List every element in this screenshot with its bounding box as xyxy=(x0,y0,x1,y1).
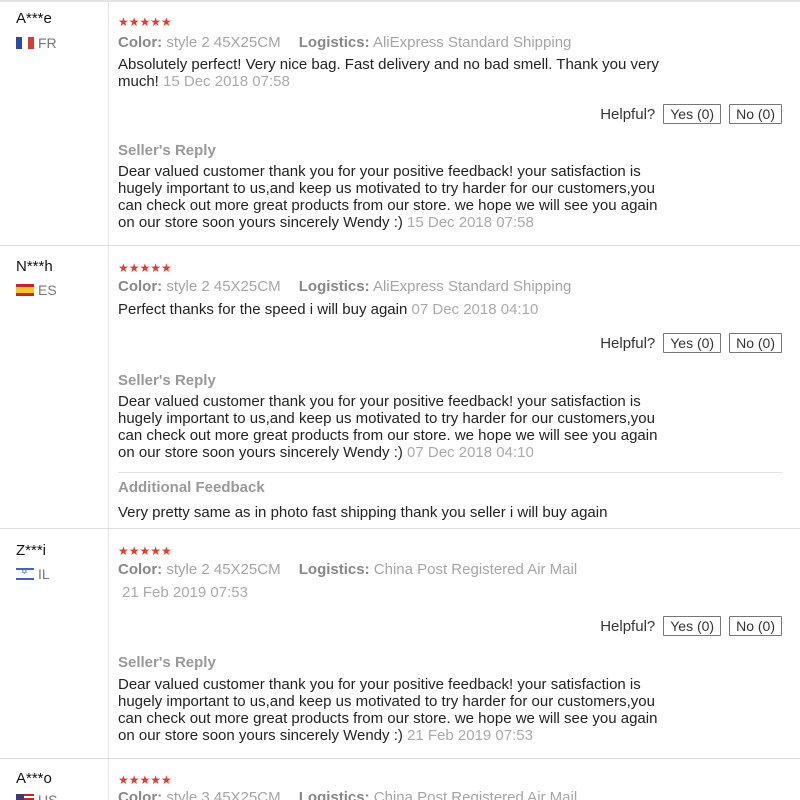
color-key: Color: xyxy=(118,789,163,800)
reviewer-country: FR xyxy=(16,35,57,51)
review-date: 07 Dec 2018 04:10 xyxy=(411,301,539,318)
column-divider xyxy=(108,759,109,800)
order-attributes: Color: style 2 45X25CM Logistics: China … xyxy=(118,561,591,578)
spain-flag-icon xyxy=(16,284,34,296)
star-rating: ★★★★★ xyxy=(118,544,172,558)
star-rating: ★★★★★ xyxy=(118,261,172,275)
helpful-label: Helpful? xyxy=(600,334,656,352)
seller-reply-title: Seller's Reply xyxy=(118,654,216,671)
helpful-vote: Helpful? Yes (0) No (0) xyxy=(600,616,782,636)
review-date: 15 Dec 2018 07:58 xyxy=(163,73,290,90)
logistics-value: AliExpress Standard Shipping xyxy=(372,278,572,295)
seller-reply-date: 15 Dec 2018 07:58 xyxy=(407,214,534,231)
reviewer-country: ES xyxy=(16,282,57,298)
helpful-label: Helpful? xyxy=(600,617,656,635)
country-code: US xyxy=(38,792,58,800)
additional-feedback-title: Additional Feedback xyxy=(118,479,265,496)
helpful-no-button[interactable]: No (0) xyxy=(729,104,782,124)
logistics-value: China Post Registered Air Mail xyxy=(373,561,578,578)
helpful-no-button[interactable]: No (0) xyxy=(729,333,782,353)
review-item: A***o US ★★★★★ Color: style 3 45X25CM Lo… xyxy=(0,759,800,800)
seller-reply-block: Dear valued customer thank you for your … xyxy=(118,393,678,461)
review-item: A***e FR ★★★★★ Color: style 2 45X25CM Lo… xyxy=(0,0,800,246)
helpful-no-button[interactable]: No (0) xyxy=(729,616,782,636)
seller-reply-date: 07 Dec 2018 04:10 xyxy=(407,444,534,461)
color-key: Color: xyxy=(118,278,163,295)
seller-reply-date: 21 Feb 2019 07:53 xyxy=(407,727,533,744)
seller-reply-block: Dear valued customer thank you for your … xyxy=(118,676,678,744)
color-value: style 3 45X25CM xyxy=(166,789,281,800)
order-attributes: Color: style 2 45X25CM Logistics: AliExp… xyxy=(118,34,585,51)
france-flag-icon xyxy=(16,37,34,49)
helpful-label: Helpful? xyxy=(600,105,656,123)
review-text-block: Absolutely perfect! Very nice bag. Fast … xyxy=(118,56,678,90)
review-text-block: 21 Feb 2019 07:53 xyxy=(122,584,682,601)
logistics-key: Logistics: xyxy=(298,561,370,578)
star-rating: ★★★★★ xyxy=(118,773,172,787)
seller-reply-text: Dear valued customer thank you for your … xyxy=(118,393,658,461)
review-item: N***h ES ★★★★★ Color: style 2 45X25CM Lo… xyxy=(0,246,800,529)
helpful-yes-button[interactable]: Yes (0) xyxy=(663,616,722,636)
review-text: Perfect thanks for the speed i will buy … xyxy=(118,301,408,318)
seller-reply-title: Seller's Reply xyxy=(118,142,216,159)
column-divider xyxy=(108,0,109,246)
helpful-vote: Helpful? Yes (0) No (0) xyxy=(600,104,782,124)
order-attributes: Color: style 3 45X25CM Logistics: China … xyxy=(118,789,591,800)
review-item: Z***i IL ★★★★★ Color: style 2 45X25CM Lo… xyxy=(0,529,800,759)
additional-feedback-text: Very pretty same as in photo fast shippi… xyxy=(118,504,608,521)
reviewer-name: A***e xyxy=(16,10,52,27)
country-code: ES xyxy=(38,282,57,298)
seller-reply-text: Dear valued customer thank you for your … xyxy=(118,676,658,744)
israel-flag-icon xyxy=(16,568,34,580)
color-key: Color: xyxy=(118,561,163,578)
logistics-key: Logistics: xyxy=(298,789,370,800)
usa-flag-icon xyxy=(16,794,34,800)
country-code: FR xyxy=(38,35,57,51)
review-text-block: Perfect thanks for the speed i will buy … xyxy=(118,301,678,318)
logistics-value: AliExpress Standard Shipping xyxy=(372,34,572,51)
color-key: Color: xyxy=(118,34,163,51)
seller-reply-text: Dear valued customer thank you for your … xyxy=(118,163,658,231)
helpful-yes-button[interactable]: Yes (0) xyxy=(663,333,722,353)
reviewer-country: IL xyxy=(16,566,50,582)
country-code: IL xyxy=(38,566,50,582)
seller-reply-title: Seller's Reply xyxy=(118,372,216,389)
color-value: style 2 45X25CM xyxy=(166,561,281,578)
helpful-vote: Helpful? Yes (0) No (0) xyxy=(600,333,782,353)
reviewer-country: US xyxy=(16,792,57,800)
logistics-key: Logistics: xyxy=(298,34,370,51)
order-attributes: Color: style 2 45X25CM Logistics: AliExp… xyxy=(118,278,585,295)
additional-feedback-separator xyxy=(118,472,782,473)
reviewer-name: N***h xyxy=(16,258,53,275)
column-divider xyxy=(108,529,109,759)
column-divider xyxy=(108,246,109,529)
color-value: style 2 45X25CM xyxy=(166,278,281,295)
seller-reply-block: Dear valued customer thank you for your … xyxy=(118,163,678,231)
logistics-value: China Post Registered Air Mail xyxy=(373,789,578,800)
star-rating: ★★★★★ xyxy=(118,15,172,29)
logistics-key: Logistics: xyxy=(298,278,370,295)
reviewer-name: Z***i xyxy=(16,542,47,559)
review-date: 21 Feb 2019 07:53 xyxy=(122,584,248,601)
color-value: style 2 45X25CM xyxy=(166,34,281,51)
reviewer-name: A***o xyxy=(16,770,52,787)
helpful-yes-button[interactable]: Yes (0) xyxy=(663,104,722,124)
